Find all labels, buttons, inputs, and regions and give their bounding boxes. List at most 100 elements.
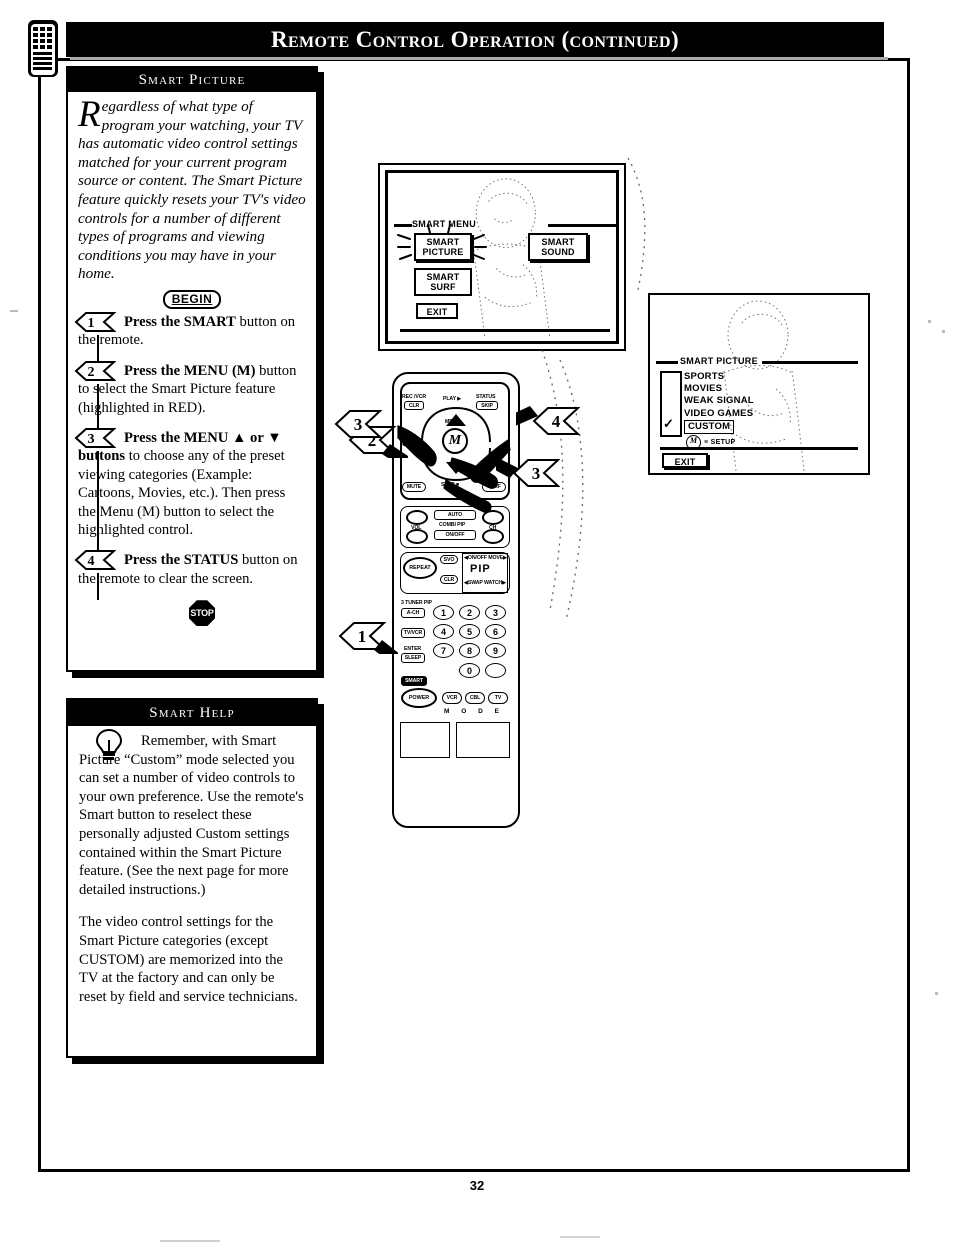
- smart-surf-menu-item[interactable]: SMART SURF: [414, 268, 472, 296]
- sp-bottom-rule: [660, 447, 858, 450]
- key-0[interactable]: 0: [459, 663, 480, 678]
- smart-help-heading: Smart Help: [68, 700, 316, 726]
- category-sports[interactable]: SPORTS: [684, 371, 754, 383]
- lower-section-right: [456, 722, 510, 758]
- smart-sound-menu-item[interactable]: SMART SOUND: [528, 233, 588, 261]
- setup-hint-text: ≡ SETUP: [704, 439, 736, 446]
- page-number: 32: [469, 1178, 485, 1193]
- smart-help-paragraph-2: The video control settings for the Smart…: [79, 914, 298, 1005]
- pip-swap-text: SWAP: [467, 580, 483, 586]
- smart-surf-line2: SURF: [430, 282, 456, 292]
- sleep-button[interactable]: SLEEP: [401, 653, 425, 663]
- tv-screen-smart-menu-inner: SMART MENU SMART PICTURE SMART SURF SMAR…: [385, 170, 619, 344]
- pip-watch-text: WATCH: [484, 580, 503, 586]
- key-2[interactable]: 2: [459, 605, 480, 620]
- step-lead-2: Press the MENU (M): [124, 362, 256, 379]
- checkmark-glyph: ✓: [663, 416, 674, 431]
- smart-picture-exit-label: EXIT: [674, 457, 696, 467]
- custom-checkmark-icon: ✓: [663, 417, 674, 430]
- smart-picture-heading: Smart Picture: [68, 68, 316, 92]
- smart-menu-exit-button[interactable]: EXIT: [416, 303, 458, 319]
- pip-on-off-label: ◀ON/OFF MOVE▶: [464, 555, 508, 561]
- smart-menu-exit-label: EXIT: [426, 307, 448, 317]
- step-rail: [97, 334, 99, 362]
- category-video-games[interactable]: VIDEO GAMES: [684, 408, 754, 420]
- key-8[interactable]: 8: [459, 643, 480, 658]
- step-badge-1: 1: [74, 311, 116, 333]
- scan-smudge-6: [560, 1236, 600, 1238]
- pip-swap-label: ◀SWAP WATCH▶: [464, 580, 507, 586]
- callout-3-left: 3: [334, 408, 383, 438]
- step-rail: [97, 573, 99, 601]
- mode-vcr-button[interactable]: VCR: [442, 692, 462, 704]
- smart-picture-line2: PICTURE: [422, 247, 464, 257]
- smart-picture-line1: SMART: [426, 237, 460, 247]
- tv-screen-smart-menu: SMART MENU SMART PICTURE SMART SURF SMAR…: [378, 163, 626, 351]
- svo-button[interactable]: SVO: [440, 555, 458, 564]
- svg-text:3: 3: [88, 432, 95, 447]
- svg-text:1: 1: [358, 627, 367, 646]
- smart-help-card: Smart Help Remember, with Smart Picture …: [66, 698, 318, 1058]
- mode-tv-button[interactable]: TV: [488, 692, 508, 704]
- key-5[interactable]: 5: [459, 624, 480, 639]
- steps-list: 1 Press the SMART button on the remote. …: [74, 311, 306, 627]
- smart-sound-line1: SMART: [541, 237, 575, 247]
- menu-rule-right: [548, 224, 616, 227]
- manual-page: Remote Control Operation (continued) Sma…: [0, 0, 954, 1254]
- key-3[interactable]: 3: [485, 605, 506, 620]
- smart-picture-category-list: SPORTS MOVIES WEAK SIGNAL VIDEO GAMES CU…: [684, 371, 754, 435]
- scan-smudge-3: [935, 992, 938, 995]
- key-9[interactable]: 9: [485, 643, 506, 658]
- hand-pointer-illustrations: [397, 425, 511, 513]
- pip-onoff-text: ON/OFF: [467, 555, 487, 561]
- lower-section-left: [400, 722, 450, 758]
- step-lead-4: Press the STATUS: [124, 552, 239, 569]
- key-blank[interactable]: [485, 663, 506, 678]
- smart-menu-bottom-rule: [400, 329, 610, 332]
- mode-cbl-button[interactable]: CBL: [465, 692, 485, 704]
- mode-word: M O D E: [444, 708, 504, 715]
- step-3: 3 Press the MENU ▲ or ▼ buttons to choos…: [74, 427, 306, 552]
- scan-smudge-5: [160, 1240, 220, 1242]
- pip-word: PIP: [470, 563, 491, 575]
- clr2-button[interactable]: CLR: [440, 575, 458, 584]
- smart-menu-title: SMART MENU: [412, 219, 476, 229]
- drop-cap: R: [78, 94, 101, 135]
- step-badge-4: 4: [74, 549, 116, 571]
- smart-picture-menu-item[interactable]: SMART PICTURE: [414, 233, 472, 261]
- intro-paragraph: Regardless of what type of program your …: [78, 94, 306, 284]
- svg-text:3: 3: [354, 415, 363, 434]
- key-7[interactable]: 7: [433, 643, 454, 658]
- intro-text: egardless of what type of program your w…: [78, 98, 306, 283]
- smart-picture-exit-button[interactable]: EXIT: [662, 453, 708, 468]
- repeat-button[interactable]: REPEAT: [403, 557, 437, 579]
- smart-help-paragraph-1: Remember, with Smart Picture “Custom” mo…: [79, 733, 304, 898]
- a-ch-button[interactable]: A-CH: [401, 608, 425, 618]
- remote-control-icon: [26, 18, 62, 80]
- begin-wrap: BEGIN: [78, 289, 306, 309]
- pip-move-text: MOVE: [488, 555, 504, 561]
- tv-vcr-button[interactable]: TV/VCR: [401, 628, 425, 638]
- menu-rule-left: [394, 224, 412, 227]
- smart-button[interactable]: SMART: [401, 676, 427, 686]
- page-title: Remote Control Operation (continued): [270, 26, 680, 52]
- stop-icon: STOP: [189, 600, 215, 627]
- header-shadow: [70, 57, 888, 60]
- tv-screen-smart-picture: SMART PICTURE SPORTS MOVIES WEAK SIGNAL …: [648, 293, 870, 475]
- category-weak-signal[interactable]: WEAK SIGNAL: [684, 395, 754, 407]
- power-button[interactable]: POWER: [401, 688, 437, 708]
- svg-text:1: 1: [88, 316, 95, 331]
- key-4[interactable]: 4: [433, 624, 454, 639]
- category-movies[interactable]: MOVIES: [684, 383, 754, 395]
- step-rail: [97, 383, 99, 429]
- begin-button[interactable]: BEGIN: [162, 289, 222, 309]
- enter-label: ENTER: [404, 646, 422, 652]
- category-custom[interactable]: CUSTOM: [684, 419, 735, 435]
- key-6[interactable]: 6: [485, 624, 506, 639]
- smart-surf-line1: SMART: [426, 272, 460, 282]
- step-badge-3: 3: [74, 427, 116, 449]
- callout-1: 1: [338, 620, 398, 654]
- scan-smudge-2: [942, 330, 945, 333]
- step-2: 2 Press the MENU (M) button to select th…: [74, 360, 306, 429]
- key-1[interactable]: 1: [433, 605, 454, 620]
